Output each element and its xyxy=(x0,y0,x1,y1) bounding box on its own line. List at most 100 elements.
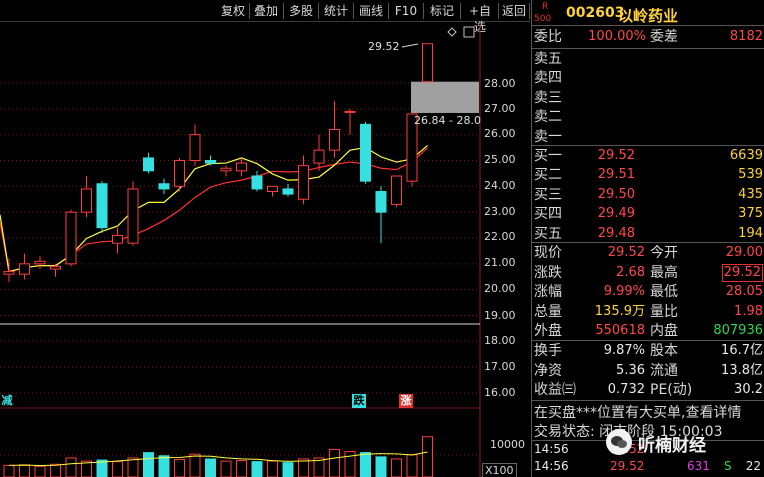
candle[interactable] xyxy=(112,227,123,254)
quote-row-shouyi: 收益㈢ 0.732 PE(动) 30.2 xyxy=(532,380,764,400)
candle[interactable] xyxy=(81,176,92,218)
candle-body xyxy=(65,211,77,265)
candle-body xyxy=(50,265,61,270)
bid-row[interactable]: 买五 29.48 194 xyxy=(532,224,764,244)
quote-label2: PE(动) xyxy=(650,382,693,399)
candle[interactable] xyxy=(298,155,309,205)
quote-label: 涨跌 xyxy=(534,264,562,281)
bid-volume: 194 xyxy=(738,225,763,241)
quote-value2: 29.00 xyxy=(725,245,763,260)
toolbar-button-5[interactable]: F10 xyxy=(390,3,422,19)
weicha-label: 委差 xyxy=(650,29,678,45)
quote-row-waipan: 外盘 550618 内盘 807936 xyxy=(532,321,764,341)
quote-value2: 29.52 xyxy=(721,263,763,282)
kline-chart[interactable]: 28.00 27.00 26.00 25.00 24.00 23.00 22.00 21.00… xyxy=(0,22,530,477)
volume-bar xyxy=(50,463,61,477)
candle[interactable] xyxy=(158,178,170,195)
tick-flag: S xyxy=(724,459,732,473)
quote-value: 2.68 xyxy=(616,264,645,280)
candle-body xyxy=(360,123,371,182)
quote-row-xianjia: 现价 29.52 今开 29.00 xyxy=(532,243,764,263)
big-order-notice[interactable]: 在买盘***位置有大买单,查看详情 xyxy=(534,402,741,422)
candle[interactable] xyxy=(34,256,46,269)
kline-svg[interactable] xyxy=(0,22,530,477)
stock-code[interactable]: 002603 xyxy=(566,5,624,21)
toolbar-separator xyxy=(353,3,354,19)
candle-body xyxy=(313,149,325,164)
quote-label: 外盘 xyxy=(534,323,562,340)
diamond-icon[interactable] xyxy=(447,27,457,37)
candle[interactable] xyxy=(422,43,433,83)
quote-label2: 最高 xyxy=(650,264,678,281)
candle-body xyxy=(329,129,340,151)
ask-row[interactable]: 卖三 xyxy=(532,88,764,108)
toolbar-button-7[interactable]: +自选 xyxy=(463,3,497,34)
bid-price: 29.49 xyxy=(597,206,635,222)
candle[interactable] xyxy=(344,108,356,135)
divider xyxy=(532,400,764,401)
stock-badge: R 500 xyxy=(534,3,551,24)
candle[interactable] xyxy=(313,134,325,171)
volume-bar xyxy=(174,459,185,477)
toolbar-button-6[interactable]: 标记 xyxy=(425,3,459,19)
price-axis-tick: 20.00 xyxy=(484,282,516,295)
volume-bar xyxy=(158,455,170,477)
bid-label: 买四 xyxy=(534,206,562,223)
candle[interactable] xyxy=(19,253,30,280)
quote-row-zhangdie: 涨跌 2.68 最高 29.52 xyxy=(532,263,764,283)
bid-label: 买一 xyxy=(534,148,562,164)
ask-label: 卖五 xyxy=(534,51,562,67)
candle-body xyxy=(3,271,15,275)
candle[interactable] xyxy=(360,121,371,184)
candle[interactable] xyxy=(174,157,185,192)
toolbar-button-8[interactable]: 返回 xyxy=(500,3,528,19)
toolbar-button-1[interactable]: 叠加 xyxy=(250,3,282,19)
candle-body xyxy=(298,165,309,200)
quote-label: 现价 xyxy=(534,245,562,261)
candle[interactable] xyxy=(127,181,139,246)
candle[interactable] xyxy=(220,165,232,176)
ask-label: 卖三 xyxy=(534,89,562,106)
candle[interactable] xyxy=(267,185,278,197)
stock-name[interactable]: 以岭药业 xyxy=(618,5,678,26)
candle[interactable] xyxy=(391,175,402,207)
bid-row[interactable]: 买三 29.50 435 xyxy=(532,185,764,205)
candle[interactable] xyxy=(205,155,216,166)
price-axis-tick: 25.00 xyxy=(484,153,516,166)
bid-row[interactable]: 买二 29.51 539 xyxy=(532,165,764,185)
toolbar-button-3[interactable]: 统计 xyxy=(320,3,352,19)
bid-label: 买二 xyxy=(534,167,562,184)
bid-row[interactable]: 买一 29.52 6639 xyxy=(532,146,764,166)
candle[interactable] xyxy=(143,152,154,174)
chart-toolbar: 复权 叠加 多股 统计 画线 F10 标记 +自选 返回 xyxy=(0,0,530,34)
candle-body xyxy=(19,263,30,275)
volume-bar xyxy=(251,461,263,477)
toolbar-button-2[interactable]: 多股 xyxy=(285,3,317,19)
candle[interactable] xyxy=(282,183,294,197)
candle[interactable] xyxy=(65,209,77,267)
candle[interactable] xyxy=(251,170,263,192)
price-axis-tick: 22.00 xyxy=(484,230,516,243)
candle[interactable] xyxy=(189,124,201,166)
ask-row[interactable]: 卖四 xyxy=(532,68,764,88)
price-axis-tick: 19.00 xyxy=(484,309,516,322)
ask-label: 卖二 xyxy=(534,109,562,126)
price-axis-tick: 17.00 xyxy=(484,360,516,373)
candle[interactable] xyxy=(329,101,340,158)
toolbar-button-4[interactable]: 画线 xyxy=(355,3,387,19)
volume-bar xyxy=(34,465,46,477)
price-axis-tick: 26.00 xyxy=(484,127,516,140)
volume-bar xyxy=(267,460,278,477)
ask-row[interactable]: 卖二 xyxy=(532,107,764,127)
candle[interactable] xyxy=(375,186,387,244)
ask-row[interactable]: 卖五 xyxy=(532,49,764,69)
price-range-box xyxy=(411,81,479,113)
quote-value: 135.9万 xyxy=(594,303,645,319)
toolbar-button-0[interactable]: 复权 xyxy=(218,3,248,19)
ask-row[interactable]: 卖一 xyxy=(532,127,764,147)
expand-icon[interactable] xyxy=(463,26,475,38)
bid-price: 29.50 xyxy=(597,186,635,202)
bid-row[interactable]: 买四 29.49 375 xyxy=(532,204,764,224)
bid-label: 买五 xyxy=(534,225,562,242)
candle[interactable] xyxy=(96,181,108,233)
